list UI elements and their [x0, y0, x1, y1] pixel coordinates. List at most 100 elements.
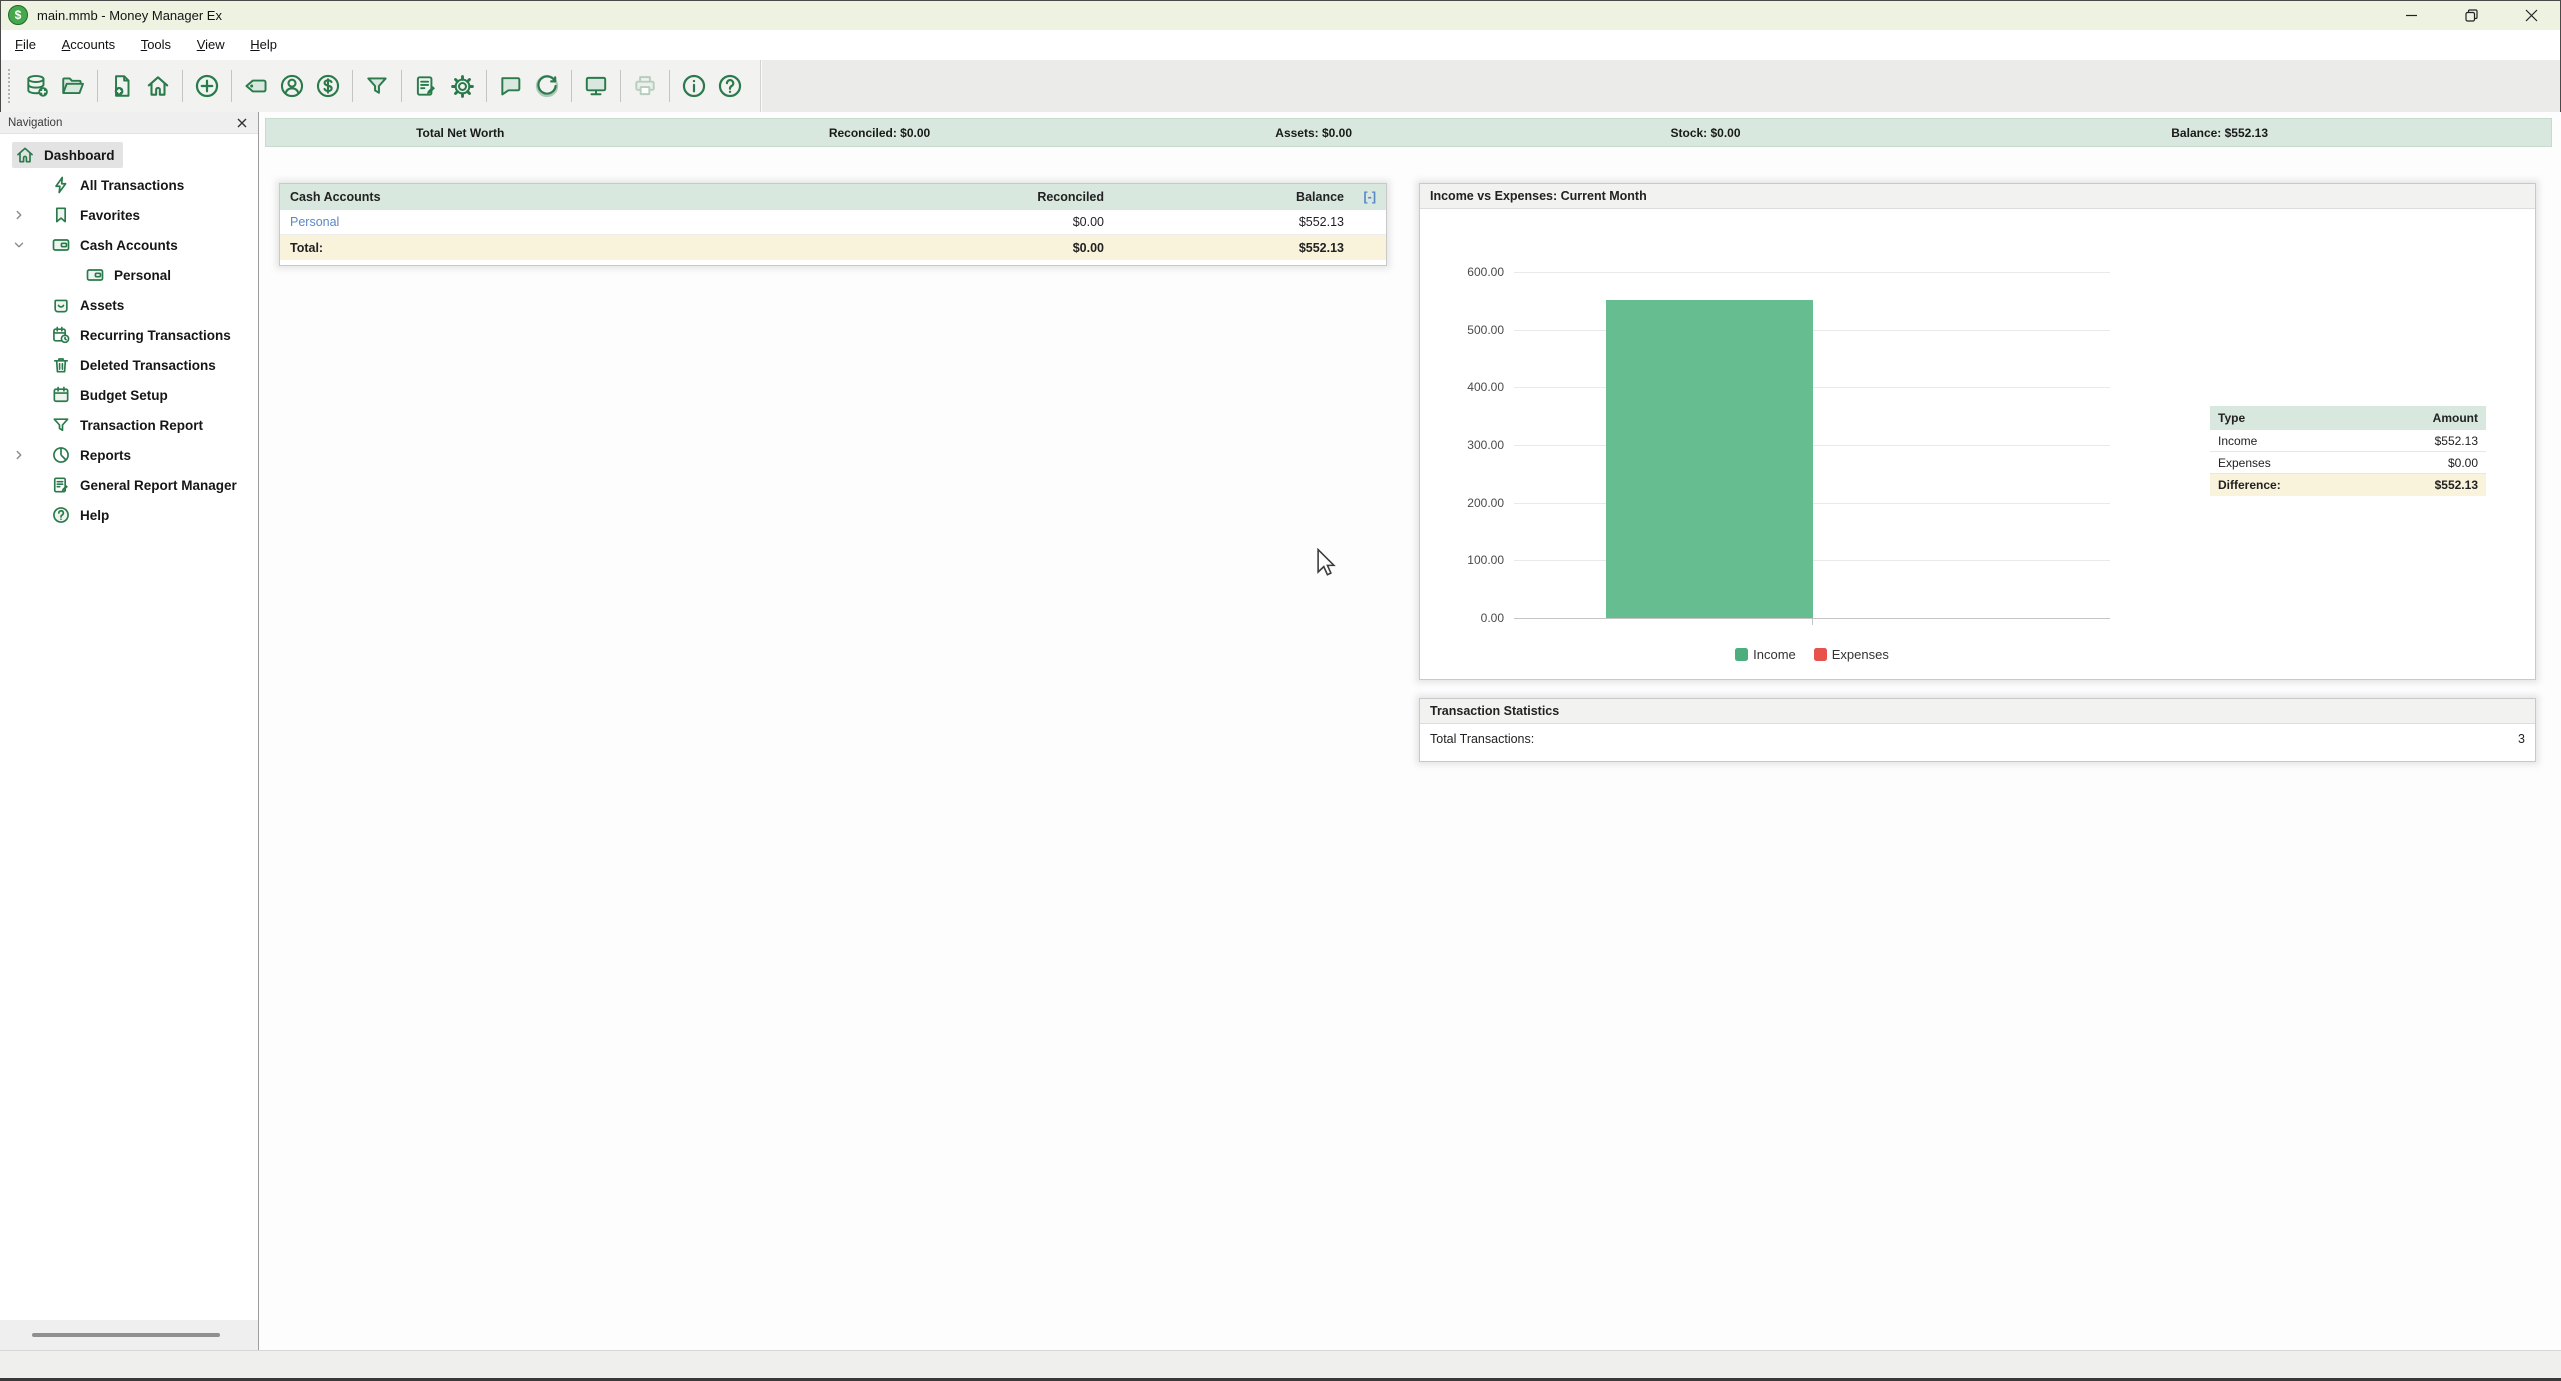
note-edit-icon[interactable] — [408, 66, 444, 106]
y-tick-label: 500.00 — [1420, 323, 1504, 337]
column-balance: Balance — [1104, 190, 1344, 204]
summary-balance: Balance: $552.13 — [1888, 126, 2551, 140]
funnel-icon[interactable] — [359, 66, 395, 106]
toolbar-separator — [486, 70, 487, 102]
nav-item-personal[interactable]: Personal — [0, 260, 258, 290]
printer-icon — [627, 66, 663, 106]
nav-label: Assets — [80, 298, 124, 313]
money-manager-ex-window: $ main.mmb - Money Manager Ex File Accou… — [0, 0, 2561, 1381]
toolbar-separator — [669, 70, 670, 102]
summary-stock: Stock: $0.00 — [1523, 126, 1889, 140]
help-icon — [51, 505, 71, 525]
help-circle-icon[interactable] — [712, 66, 748, 106]
gear-icon[interactable] — [444, 66, 480, 106]
legend-income[interactable]: Income — [1735, 647, 1796, 662]
menu-help[interactable]: Help — [239, 30, 288, 60]
chevron-right-icon[interactable] — [12, 205, 36, 225]
column-type: Type — [2218, 411, 2433, 425]
summary-reconciled: Reconciled: $0.00 — [654, 126, 1104, 140]
nav-item-transaction-report[interactable]: Transaction Report — [0, 410, 258, 440]
minimize-icon[interactable] — [2381, 0, 2441, 30]
close-icon[interactable] — [234, 115, 250, 131]
dollar-circle-icon[interactable] — [310, 66, 346, 106]
menu-accounts[interactable]: Accounts — [51, 30, 126, 60]
refresh-icon[interactable] — [529, 66, 565, 106]
cash-accounts-header-row: Cash Accounts Reconciled Balance [-] — [280, 184, 1386, 210]
nav-item-recurring-transactions[interactable]: Recurring Transactions — [0, 320, 258, 350]
nav-item-deleted-transactions[interactable]: Deleted Transactions — [0, 350, 258, 380]
collapse-panel-link[interactable]: [-] — [1364, 190, 1377, 204]
close-icon[interactable] — [2501, 0, 2561, 30]
tag-icon[interactable] — [238, 66, 274, 106]
nav-item-budget-setup[interactable]: Budget Setup — [0, 380, 258, 410]
toolbar-separator — [620, 70, 621, 102]
lightning-icon — [51, 175, 71, 195]
nav-label: Personal — [114, 268, 171, 283]
toolbar-separator — [352, 70, 353, 102]
nav-label: Cash Accounts — [80, 238, 178, 253]
funnel-icon — [51, 415, 71, 435]
speech-bubble-icon[interactable] — [493, 66, 529, 106]
net-worth-summary-bar: Total Net Worth Reconciled: $0.00 Assets… — [265, 118, 2552, 147]
table-row: Expenses $0.00 — [2210, 452, 2486, 474]
expenses-swatch-icon — [1814, 648, 1827, 661]
summary-assets: Assets: $0.00 — [1105, 126, 1523, 140]
menu-view[interactable]: View — [186, 30, 236, 60]
navigation-panel: Navigation Dashboard — [0, 112, 259, 1350]
cash-accounts-panel: Cash Accounts Reconciled Balance [-] Per… — [279, 183, 1387, 266]
folder-open-icon[interactable] — [55, 66, 91, 106]
database-plus-icon[interactable] — [19, 66, 55, 106]
account-link-personal[interactable]: Personal — [290, 215, 339, 229]
status-bar — [0, 1350, 2561, 1381]
nav-item-cash-accounts[interactable]: Cash Accounts — [0, 230, 258, 260]
cash-accounts-title: Cash Accounts — [290, 190, 784, 204]
income-expenses-title: Income vs Expenses: Current Month — [1430, 189, 1647, 203]
file-plus-icon[interactable] — [104, 66, 140, 106]
home-icon — [15, 145, 35, 165]
toolbar-separator — [231, 70, 232, 102]
monitor-icon[interactable] — [578, 66, 614, 106]
toolbar-separator — [401, 70, 402, 102]
income-expenses-summary-table: Type Amount Income $552.13 Expenses $0.0… — [2210, 406, 2486, 496]
toolbar-separator — [571, 70, 572, 102]
nav-item-assets[interactable]: Assets — [0, 290, 258, 320]
user-circle-icon[interactable] — [274, 66, 310, 106]
nav-item-reports[interactable]: Reports — [0, 440, 258, 470]
nav-item-dashboard[interactable]: Dashboard — [0, 140, 258, 170]
y-tick-label: 300.00 — [1420, 438, 1504, 452]
home-icon[interactable] — [140, 66, 176, 106]
chevron-right-icon[interactable] — [12, 445, 36, 465]
nav-horizontal-scrollbar[interactable] — [0, 1320, 258, 1350]
toolbar-gripper[interactable] — [8, 69, 11, 103]
nav-item-help[interactable]: Help — [0, 500, 258, 530]
total-transactions-value: 3 — [2518, 732, 2525, 746]
income-bar — [1606, 300, 1813, 618]
pie-chart-icon — [51, 445, 71, 465]
plus-circle-icon[interactable] — [189, 66, 225, 106]
nav-item-general-report-manager[interactable]: General Report Manager — [0, 470, 258, 500]
chevron-down-icon[interactable] — [12, 235, 36, 255]
legend-expenses[interactable]: Expenses — [1814, 647, 1889, 662]
menu-tools[interactable]: Tools — [130, 30, 182, 60]
menu-file[interactable]: File — [4, 30, 47, 60]
x-axis-tick — [1812, 619, 1813, 625]
table-row: Income $552.13 — [2210, 430, 2486, 452]
info-circle-icon[interactable] — [676, 66, 712, 106]
chart-legend: Income Expenses — [1514, 647, 2110, 662]
nav-label: All Transactions — [80, 178, 184, 193]
nav-item-all-transactions[interactable]: All Transactions — [0, 170, 258, 200]
wallet-icon — [51, 235, 71, 255]
nav-label: Deleted Transactions — [80, 358, 216, 373]
mouse-cursor — [1315, 548, 1337, 578]
total-row: Total: $0.00 $552.13 — [280, 235, 1386, 260]
nav-label: Budget Setup — [80, 388, 168, 403]
navigation-title: Navigation — [8, 117, 62, 129]
scrollbar-thumb[interactable] — [32, 1333, 220, 1337]
summary-total-net-worth: Total Net Worth — [266, 126, 654, 140]
nav-item-favorites[interactable]: Favorites — [0, 200, 258, 230]
nav-label: Recurring Transactions — [80, 328, 231, 343]
toolbar — [0, 60, 2561, 112]
title-bar: $ main.mmb - Money Manager Ex — [0, 0, 2561, 30]
menu-bar: File Accounts Tools View Help — [0, 30, 2561, 60]
restore-icon[interactable] — [2441, 0, 2501, 30]
